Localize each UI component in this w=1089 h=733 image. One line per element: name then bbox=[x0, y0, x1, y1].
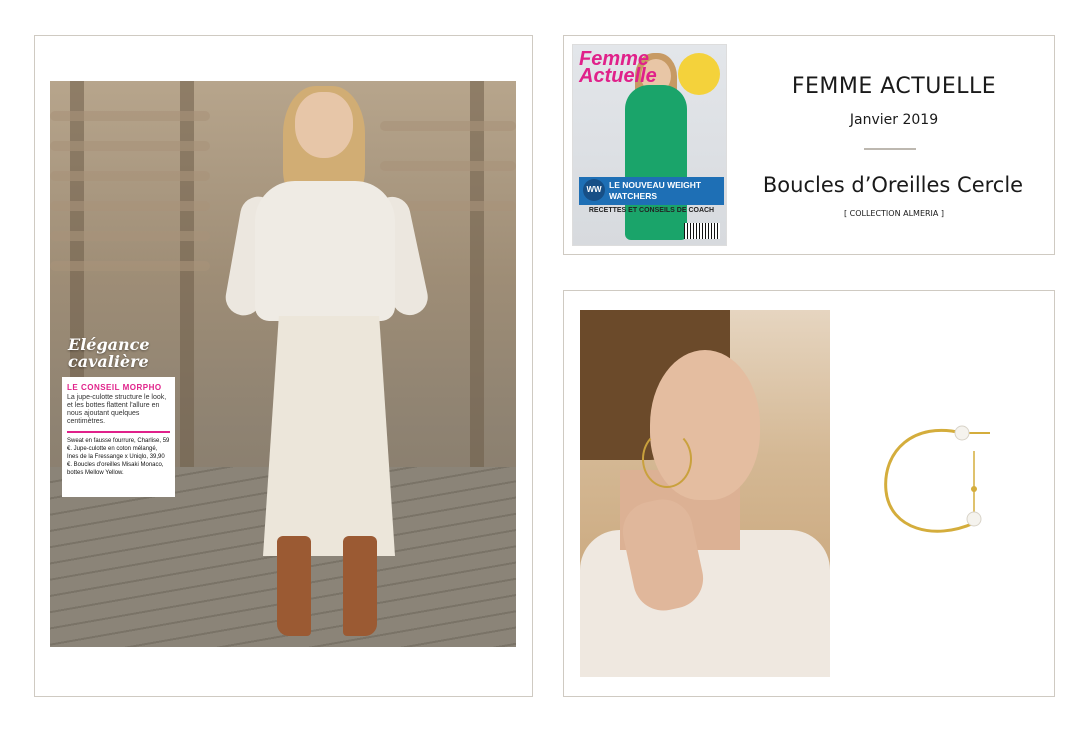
cover-subline: RECETTES ET CONSEILS DE COACH bbox=[588, 207, 715, 214]
product-name: Boucles d’Oreilles Cercle bbox=[762, 173, 1024, 197]
model-boot bbox=[277, 536, 311, 636]
cover-logo: Femme Actuelle bbox=[579, 48, 657, 87]
article-title-line: Elégance bbox=[68, 335, 150, 354]
issue-date: Janvier 2019 bbox=[849, 112, 939, 128]
product-credits: Sweat en fausse fourrure, Charlise, 59 €… bbox=[67, 438, 170, 476]
hoop-earring-product-image bbox=[884, 425, 990, 533]
magazine-page-photo: Elégance cavalière LE CONSEIL MORPHO La … bbox=[50, 81, 516, 647]
divider bbox=[864, 148, 916, 150]
model-boot bbox=[343, 536, 377, 636]
pearl-icon bbox=[954, 425, 970, 441]
fence-post bbox=[470, 81, 484, 481]
model-figure bbox=[222, 86, 432, 646]
fence-log bbox=[50, 231, 210, 241]
gold-bead-icon bbox=[971, 486, 977, 492]
fence-log bbox=[50, 111, 210, 121]
cover-burst bbox=[678, 53, 720, 95]
collection-name: [ COLLECTION ALMERIA ] bbox=[843, 209, 945, 218]
magazine-name: FEMME ACTUELLE bbox=[791, 74, 997, 99]
article-title: Elégance cavalière bbox=[68, 336, 188, 370]
fence-log bbox=[50, 141, 210, 151]
fence-log bbox=[50, 201, 210, 211]
model-top bbox=[580, 530, 830, 677]
model-skirt bbox=[263, 316, 395, 556]
magazine-page-panel: Elégance cavalière LE CONSEIL MORPHO La … bbox=[34, 35, 533, 697]
model-head bbox=[295, 92, 353, 158]
pearl-icon bbox=[966, 511, 982, 527]
product-panel bbox=[563, 290, 1055, 697]
hoop-arc bbox=[884, 428, 975, 533]
ww-logo-icon: WW bbox=[583, 179, 605, 201]
fence-log bbox=[50, 171, 210, 181]
press-info-panel: Femme Actuelle LE NOUVEAU WEIGHT WATCHER… bbox=[563, 35, 1055, 255]
magazine-cover: Femme Actuelle LE NOUVEAU WEIGHT WATCHER… bbox=[572, 44, 727, 246]
barcode-icon bbox=[684, 223, 720, 239]
cover-model-coat bbox=[625, 85, 687, 240]
model-sweater bbox=[255, 181, 395, 321]
advice-text: La jupe-culotte structure le look, et le… bbox=[67, 394, 167, 425]
model-wearing-earring-photo bbox=[580, 310, 830, 677]
advice-divider bbox=[67, 431, 170, 433]
advice-box: LE CONSEIL MORPHO La jupe-culotte struct… bbox=[62, 377, 175, 497]
advice-heading: LE CONSEIL MORPHO bbox=[67, 383, 162, 392]
fence-log bbox=[50, 261, 210, 271]
article-title-line: cavalière bbox=[68, 352, 149, 371]
hoop-earring-icon bbox=[642, 430, 692, 488]
